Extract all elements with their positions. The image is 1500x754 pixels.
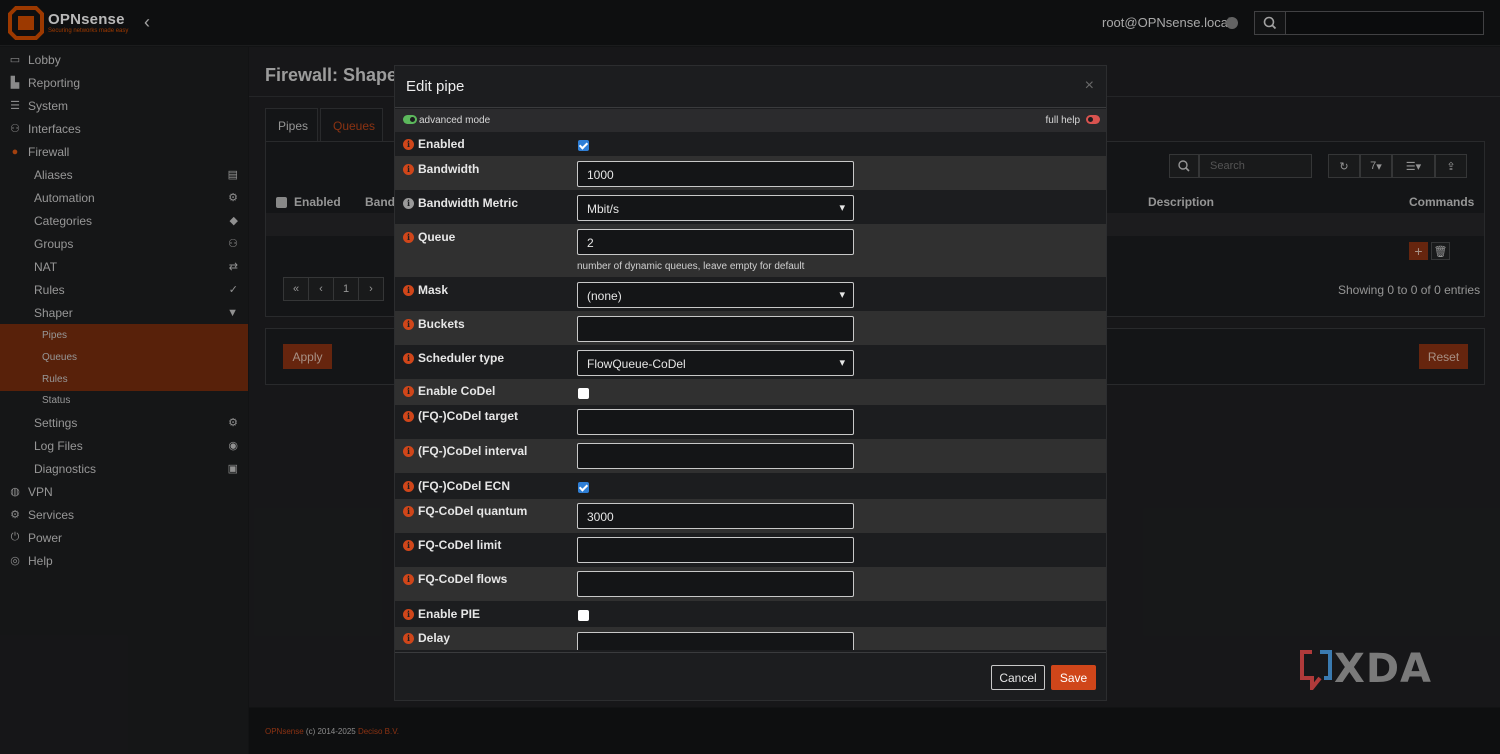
buckets-input[interactable] <box>577 316 854 342</box>
advanced-mode-label: advanced mode <box>419 115 491 126</box>
field-row-enable-codel: i Enable CoDel <box>395 379 1106 405</box>
field-row-queue: i Queue 2 number of dynamic queues, leave… <box>395 224 1106 277</box>
field-label: i Buckets <box>403 317 465 331</box>
field-label-text: FQ-CoDel quantum <box>418 504 528 518</box>
field-label-text: Bandwidth <box>418 162 480 176</box>
enabled-checkbox[interactable] <box>578 140 589 151</box>
info-icon[interactable]: i <box>403 608 414 620</box>
field-label: i Enable PIE <box>403 607 480 621</box>
info-icon[interactable]: i <box>403 385 414 397</box>
enable-codel-checkbox[interactable] <box>578 388 589 399</box>
fq-limit-input[interactable] <box>577 537 854 563</box>
field-row-bandwidth: i Bandwidth 1000 <box>395 156 1106 190</box>
field-label: i FQ-CoDel quantum <box>403 504 527 518</box>
codel-target-input[interactable] <box>577 409 854 435</box>
field-label-text: Mask <box>418 283 449 297</box>
field-label: i FQ-CoDel limit <box>403 538 501 552</box>
info-icon[interactable]: i <box>403 318 414 330</box>
xda-watermark: XDA <box>1298 646 1432 692</box>
codel-ecn-checkbox[interactable] <box>578 482 589 493</box>
info-icon[interactable]: i <box>403 445 414 457</box>
field-label-text: Scheduler type <box>418 351 505 365</box>
modal-footer: Cancel Save <box>395 652 1106 700</box>
info-icon[interactable]: i <box>403 480 414 492</box>
info-icon[interactable]: i <box>403 539 414 551</box>
delay-input[interactable] <box>577 632 854 650</box>
info-icon[interactable]: i <box>403 163 414 175</box>
field-label-text: FQ-CoDel flows <box>418 572 508 586</box>
info-icon[interactable]: i <box>403 352 414 364</box>
field-label-text: FQ-CoDel limit <box>418 538 502 552</box>
field-label: i Bandwidth <box>403 162 479 176</box>
field-label: i Enable CoDel <box>403 384 495 398</box>
info-icon[interactable]: i <box>403 410 414 422</box>
edit-pipe-dialog: Edit pipe × advanced mode full help i Ena… <box>394 65 1107 701</box>
field-label: i (FQ-)CoDel ECN <box>403 479 510 493</box>
info-icon[interactable]: i <box>403 573 414 585</box>
fq-flows-input[interactable] <box>577 571 854 597</box>
field-label: i (FQ-)CoDel target <box>403 409 518 423</box>
watermark-text: XDA <box>1334 646 1432 692</box>
advanced-mode-row: advanced mode full help <box>395 109 1106 132</box>
codel-interval-input[interactable] <box>577 443 854 469</box>
field-label: i (FQ-)CoDel interval <box>403 444 527 458</box>
field-label-text: (FQ-)CoDel interval <box>418 444 528 458</box>
modal-body: advanced mode full help i Enabled i Bandwi… <box>395 109 1106 650</box>
field-row-enabled: i Enabled <box>395 132 1106 156</box>
enable-pie-checkbox[interactable] <box>578 610 589 621</box>
field-label-text: Buckets <box>418 317 465 331</box>
field-row-mask: i Mask (none) <box>395 277 1106 311</box>
field-row-codel-target: i (FQ-)CoDel target <box>395 405 1106 439</box>
advanced-mode-toggle[interactable] <box>403 115 417 124</box>
save-button[interactable]: Save <box>1051 665 1096 690</box>
info-icon[interactable]: i <box>403 138 414 150</box>
field-label-text: Delay <box>418 631 451 645</box>
field-label: i Scheduler type <box>403 351 504 365</box>
field-label-text: Enable PIE <box>418 607 481 621</box>
fq-quantum-input[interactable]: 3000 <box>577 503 854 529</box>
field-row-fq-flows: i FQ-CoDel flows <box>395 567 1106 601</box>
full-help-label: full help <box>1045 115 1080 126</box>
field-label: i FQ-CoDel flows <box>403 572 507 586</box>
field-row-bandwidth-metric: i Bandwidth Metric Mbit/s <box>395 190 1106 224</box>
modal-header: Edit pipe × <box>395 66 1106 108</box>
field-row-fq-quantum: i FQ-CoDel quantum 3000 <box>395 499 1106 533</box>
modal-title: Edit pipe <box>406 78 465 95</box>
queue-input[interactable]: 2 <box>577 229 854 255</box>
info-icon[interactable]: i <box>403 231 414 243</box>
queue-hint: number of dynamic queues, leave empty fo… <box>577 261 805 272</box>
info-icon[interactable]: i <box>403 197 414 209</box>
field-label: i Mask <box>403 283 448 297</box>
field-row-delay: i Delay <box>395 627 1106 650</box>
field-label-text: (FQ-)CoDel ECN <box>418 479 510 493</box>
field-row-codel-interval: i (FQ-)CoDel interval <box>395 439 1106 473</box>
info-icon[interactable]: i <box>403 284 414 296</box>
xda-logo-icon <box>1300 650 1332 690</box>
close-icon[interactable]: × <box>1085 77 1094 95</box>
field-label: i Enabled <box>403 137 465 151</box>
cancel-button[interactable]: Cancel <box>991 665 1045 690</box>
mask-select[interactable]: (none) <box>577 282 854 308</box>
field-row-buckets: i Buckets <box>395 311 1106 345</box>
full-help-toggle[interactable] <box>1086 115 1100 124</box>
field-row-scheduler: i Scheduler type FlowQueue-CoDel <box>395 345 1106 379</box>
info-icon[interactable]: i <box>403 505 414 517</box>
field-label-text: Queue <box>418 230 456 244</box>
field-label-text: (FQ-)CoDel target <box>418 409 518 423</box>
field-label-text: Enable CoDel <box>418 384 496 398</box>
field-label-text: Enabled <box>418 137 465 151</box>
info-icon[interactable]: i <box>403 632 414 644</box>
bandwidth-metric-select[interactable]: Mbit/s <box>577 195 854 221</box>
field-label: i Queue <box>403 230 455 244</box>
scheduler-type-select[interactable]: FlowQueue-CoDel <box>577 350 854 376</box>
field-label: i Bandwidth Metric <box>403 196 518 210</box>
field-row-codel-ecn: i (FQ-)CoDel ECN <box>395 473 1106 499</box>
field-label-text: Bandwidth Metric <box>418 196 519 210</box>
field-label: i Delay <box>403 631 450 645</box>
bandwidth-input[interactable]: 1000 <box>577 161 854 187</box>
field-row-enable-pie: i Enable PIE <box>395 601 1106 627</box>
field-row-fq-limit: i FQ-CoDel limit <box>395 533 1106 567</box>
